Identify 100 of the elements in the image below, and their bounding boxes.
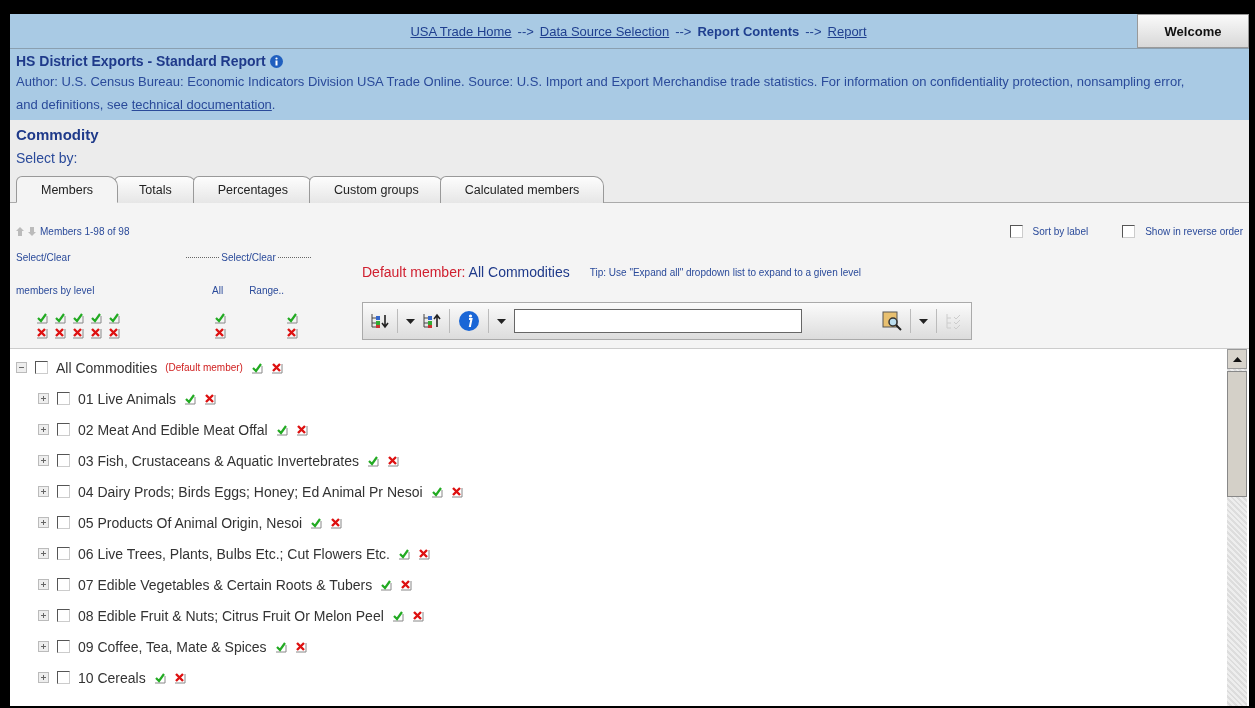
option-label: Show in reverse order — [1145, 226, 1243, 237]
dropdown-icon[interactable] — [919, 318, 928, 324]
documentation-link[interactable]: technical documentation — [131, 97, 272, 112]
cross-icon[interactable] — [204, 392, 217, 405]
cross-icon[interactable] — [72, 327, 84, 339]
tree-item[interactable]: 10 Cereals — [78, 669, 146, 686]
checkbox[interactable] — [1009, 225, 1023, 238]
cross-icon[interactable] — [286, 327, 298, 339]
find-icon[interactable] — [882, 311, 902, 331]
expand-icon[interactable] — [38, 610, 49, 621]
expand-icon[interactable] — [38, 486, 49, 497]
tree-item[interactable]: All Commodities — [56, 359, 158, 376]
cross-icon[interactable] — [108, 327, 120, 339]
check-icon[interactable] — [214, 312, 226, 324]
tree-item[interactable]: 07 Edible Vegetables & Certain Roots & Tubers — [78, 576, 373, 593]
tree-item[interactable]: 09 Coffee, Tea, Mate & Spices — [78, 638, 267, 655]
cross-icon[interactable] — [411, 609, 424, 622]
checkbox[interactable] — [57, 454, 70, 467]
select-by-label: Select by: — [10, 148, 1249, 172]
tree-item[interactable]: 01 Live Animals — [78, 390, 177, 407]
cross-icon[interactable] — [386, 454, 399, 467]
checkbox[interactable] — [57, 516, 70, 529]
cross-icon[interactable] — [330, 516, 343, 529]
expand-icon[interactable] — [38, 424, 49, 435]
tree-item[interactable]: 06 Live Trees, Plants, Bulbs Etc.; Cut Flowers Etc. — [78, 545, 390, 562]
section-title: Commodity — [10, 120, 1249, 148]
checkbox[interactable] — [57, 640, 70, 653]
check-icon[interactable] — [391, 609, 404, 622]
tree-item[interactable]: 02 Meat And Edible Meat Offal — [78, 421, 268, 438]
check-icon[interactable] — [153, 671, 166, 684]
breadcrumb-separator: --> — [517, 23, 534, 39]
expand-icon[interactable] — [38, 672, 49, 683]
expand-icon[interactable] — [38, 455, 49, 466]
welcome-button[interactable]: Welcome — [1137, 14, 1249, 48]
check-icon[interactable] — [398, 547, 410, 560]
check-icon[interactable] — [430, 485, 443, 498]
expand-icon[interactable] — [38, 517, 49, 528]
dropdown-icon[interactable] — [497, 318, 506, 324]
checkbox[interactable] — [57, 485, 70, 498]
expand-icon[interactable] — [38, 641, 49, 652]
tree-item[interactable]: 04 Dairy Prods; Birds Eggs; Honey; Ed Animal Pr Nesoi — [78, 483, 423, 500]
breadcrumb-separator: --> — [805, 23, 822, 39]
cross-icon[interactable] — [295, 423, 308, 436]
cross-icon[interactable] — [418, 547, 430, 560]
cross-icon[interactable] — [214, 327, 226, 339]
collapse-tree-icon[interactable] — [423, 313, 441, 329]
tree-item[interactable]: 05 Products Of Animal Origin, Nesoi — [78, 514, 303, 531]
checkbox[interactable] — [57, 392, 70, 405]
check-icon[interactable] — [36, 312, 48, 324]
info-icon[interactable] — [269, 54, 283, 68]
select-tree-icon — [945, 312, 963, 330]
cross-icon[interactable] — [36, 327, 48, 339]
check-icon[interactable] — [108, 312, 120, 324]
cross-icon[interactable] — [400, 578, 413, 591]
tip-text: Tip: Use "Expand all" dropdown list to expand to a given level — [589, 266, 862, 278]
check-icon[interactable] — [274, 640, 287, 653]
scroll-up-icon[interactable] — [1232, 356, 1242, 362]
cross-icon[interactable] — [90, 327, 102, 339]
check-icon[interactable] — [90, 312, 102, 324]
check-icon[interactable] — [286, 312, 298, 324]
breadcrumb-link[interactable]: Report — [827, 23, 867, 39]
tab[interactable]: Members — [16, 176, 119, 203]
cross-icon[interactable] — [450, 485, 463, 498]
breadcrumb-current[interactable]: Report Contents — [697, 23, 800, 39]
tree-item[interactable]: 08 Edible Fruit & Nuts; Citrus Fruit Or Melon Peel — [78, 607, 384, 624]
checkbox[interactable] — [57, 423, 70, 436]
expand-icon[interactable] — [38, 548, 49, 559]
expand-icon[interactable] — [38, 579, 49, 590]
check-icon[interactable] — [275, 423, 288, 436]
check-icon[interactable] — [380, 578, 393, 591]
breadcrumb-separator: --> — [675, 23, 692, 39]
breadcrumb-link[interactable]: USA Trade Home — [410, 23, 512, 39]
check-icon[interactable] — [310, 516, 323, 529]
breadcrumb-link[interactable]: Data Source Selection — [539, 23, 670, 39]
search-field[interactable] — [514, 309, 802, 333]
cross-icon[interactable] — [54, 327, 66, 339]
check-icon[interactable] — [72, 312, 84, 324]
cross-icon[interactable] — [294, 640, 307, 653]
checkbox[interactable] — [57, 578, 70, 591]
expand-tree-icon[interactable] — [371, 313, 389, 329]
tab[interactable]: Calculated members — [439, 176, 605, 203]
collapse-icon[interactable] — [16, 362, 27, 373]
check-icon[interactable] — [54, 312, 66, 324]
check-icon[interactable] — [250, 361, 263, 374]
checkbox[interactable] — [35, 361, 48, 374]
members-count: Members 1-98 of 98 — [40, 226, 130, 237]
select-clear-label: Select/Clear — [16, 252, 72, 263]
check-icon[interactable] — [366, 454, 379, 467]
tree-item[interactable]: 03 Fish, Crustaceans & Aquatic Invertebrates — [78, 452, 359, 469]
checkbox[interactable] — [57, 671, 70, 684]
checkbox[interactable] — [57, 547, 70, 560]
cross-icon[interactable] — [173, 671, 186, 684]
check-icon[interactable] — [184, 392, 197, 405]
scrollbar[interactable] — [1227, 349, 1247, 706]
checkbox[interactable] — [57, 609, 70, 622]
dropdown-icon[interactable] — [406, 318, 415, 324]
info-icon[interactable] — [458, 310, 480, 332]
checkbox[interactable] — [1122, 225, 1136, 238]
cross-icon[interactable] — [270, 361, 283, 374]
expand-icon[interactable] — [38, 393, 49, 404]
